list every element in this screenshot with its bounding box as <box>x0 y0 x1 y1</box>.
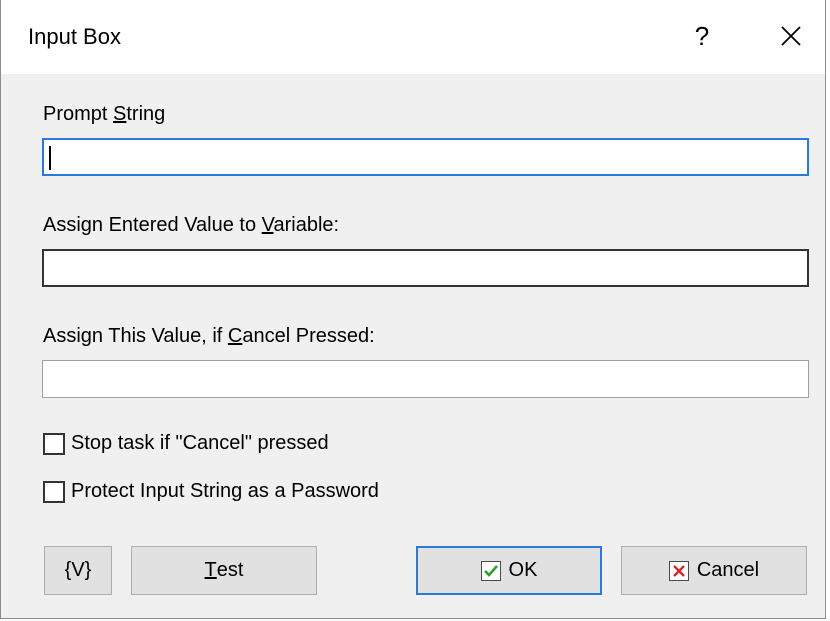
test-button[interactable]: Test <box>131 546 317 595</box>
dialog-title: Input Box <box>28 24 121 49</box>
assign-variable-label: Assign Entered Value to Variable: <box>43 214 340 236</box>
assign-variable-input[interactable] <box>42 249 809 287</box>
variables-button[interactable]: {V} <box>44 546 112 595</box>
checkmark-icon <box>480 560 501 581</box>
test-hotkey: T <box>204 559 217 581</box>
prompt-string-label: Prompt String <box>43 103 166 125</box>
ok-button[interactable]: OK <box>416 546 602 595</box>
cancel-value-label: Assign This Value, if Cancel Pressed: <box>43 325 375 347</box>
protect-password-label: Protect Input String as a Password <box>71 480 379 502</box>
ok-label: OK <box>508 559 538 581</box>
stop-task-checkbox[interactable] <box>43 432 65 455</box>
title-bar: Input Box ? <box>1 0 825 74</box>
protect-password-checkbox[interactable] <box>43 480 65 503</box>
stop-task-label: Stop task if "Cancel" pressed <box>71 432 329 454</box>
test-label: est <box>216 559 244 581</box>
help-button[interactable]: ? <box>673 10 731 62</box>
prompt-string-input[interactable] <box>42 138 809 176</box>
cancel-button[interactable]: Cancel <box>621 546 807 595</box>
stop-task-option[interactable]: Stop task if "Cancel" pressed <box>43 432 329 455</box>
cancel-x-icon <box>668 560 689 581</box>
close-button[interactable] <box>761 10 821 62</box>
close-icon <box>781 26 801 46</box>
cancel-value-input[interactable] <box>42 360 809 398</box>
text-caret <box>49 146 51 170</box>
protect-password-option[interactable]: Protect Input String as a Password <box>43 480 379 503</box>
input-box-dialog: Input Box ? Prompt String Assign Entered… <box>0 0 826 619</box>
cancel-label: Cancel <box>696 559 760 581</box>
